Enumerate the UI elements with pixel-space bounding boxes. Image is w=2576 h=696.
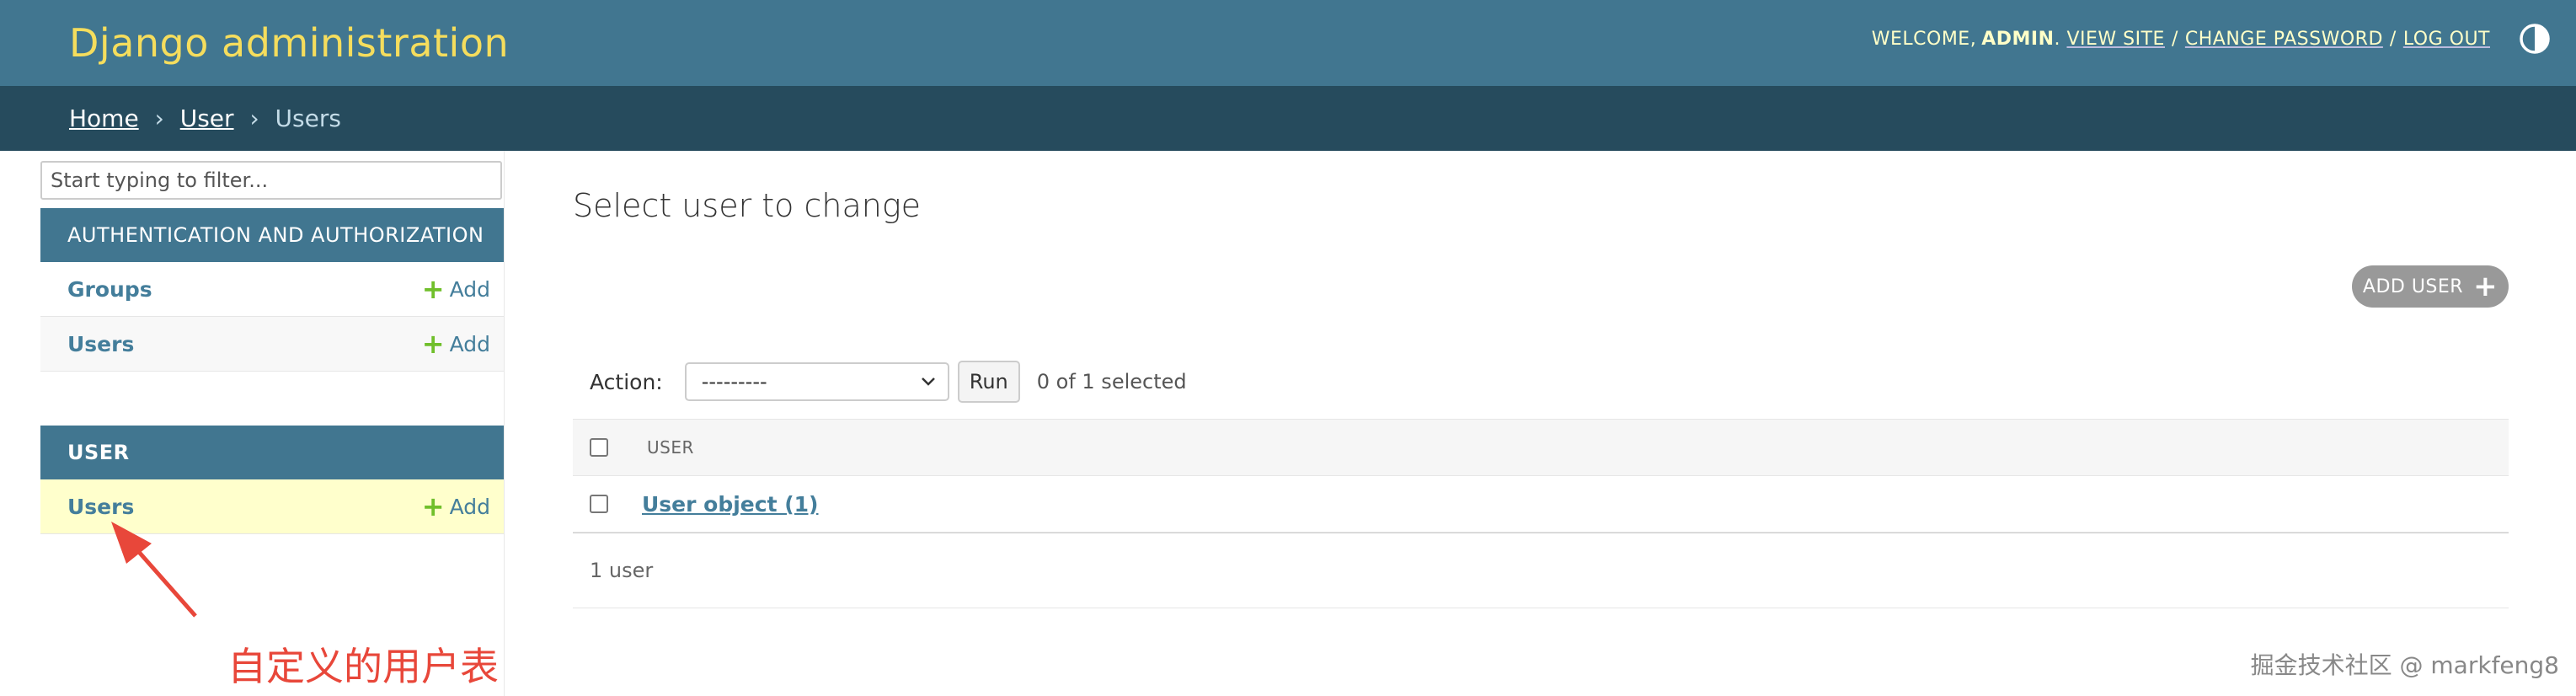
change-password-link[interactable]: CHANGE PASSWORD — [2185, 29, 2383, 50]
view-site-link[interactable]: VIEW SITE — [2066, 29, 2164, 50]
module-caption-user[interactable]: USER — [40, 426, 504, 479]
welcome-text: WELCOME, — [1871, 29, 1977, 50]
add-label: Add — [449, 331, 490, 356]
select-all-checkbox[interactable] — [590, 438, 608, 457]
watermark: 掘金技术社区 @ markfeng8 — [2250, 651, 2559, 679]
add-groups-link[interactable]: + Add — [422, 276, 490, 302]
add-user-label: ADD USER — [2362, 276, 2464, 297]
breadcrumb-home[interactable]: Home — [69, 104, 139, 132]
annotation-text: 自定义的用户表 — [227, 644, 499, 689]
breadcrumb-separator: › — [154, 104, 164, 132]
username: ADMIN — [1981, 29, 2055, 50]
actions-bar: Action: --------- Run 0 of 1 selected — [590, 361, 1187, 403]
model-link-auth-users[interactable]: Users — [67, 332, 134, 356]
log-out-link[interactable]: LOG OUT — [2403, 29, 2490, 50]
sidebar-item-auth-users: Users + Add — [40, 317, 504, 372]
plus-icon: + — [421, 328, 445, 360]
row-checkbox[interactable] — [590, 495, 608, 513]
theme-toggle-icon[interactable] — [2519, 23, 2551, 55]
column-header-user[interactable]: USER — [647, 437, 694, 458]
add-user-button[interactable]: ADD USER + — [2352, 265, 2509, 308]
model-link-groups[interactable]: Groups — [67, 277, 152, 302]
nav-filter-input[interactable] — [40, 161, 502, 200]
add-auth-users-link[interactable]: + Add — [422, 330, 490, 357]
selection-counter: 0 of 1 selected — [1036, 370, 1187, 394]
user-tools: WELCOME, ADMIN. VIEW SITE / CHANGE PASSW… — [1871, 29, 2490, 50]
module-caption-auth[interactable]: AUTHENTICATION AND AUTHORIZATION — [40, 208, 504, 262]
plus-icon: + — [421, 273, 445, 305]
annotation-arrow-icon — [111, 522, 197, 618]
chevron-down-icon — [921, 377, 935, 386]
plus-icon: + — [421, 490, 445, 522]
table-header: USER — [573, 419, 2509, 476]
breadcrumb-separator: › — [249, 104, 259, 132]
paginator: 1 user — [573, 533, 2509, 608]
separator: / — [2389, 29, 2397, 50]
run-button[interactable]: Run — [957, 361, 1020, 403]
breadcrumb-current: Users — [275, 104, 341, 132]
action-selected-value: --------- — [701, 370, 767, 394]
action-label: Action: — [590, 369, 663, 394]
page-title: Select user to change — [573, 187, 922, 224]
add-label: Add — [449, 494, 490, 519]
result-list: USER User object (1) 1 user — [573, 419, 2509, 608]
table-row: User object (1) — [573, 476, 2509, 533]
sidebar-item-groups: Groups + Add — [40, 262, 504, 317]
site-name[interactable]: Django administration — [69, 20, 509, 66]
add-user-users-link[interactable]: + Add — [422, 493, 490, 520]
plus-icon: + — [2473, 270, 2499, 303]
model-link-user-users[interactable]: Users — [67, 495, 134, 519]
breadcrumb: Home › User › Users — [0, 86, 2576, 151]
user-object-link[interactable]: User object (1) — [642, 492, 819, 517]
breadcrumb-app[interactable]: User — [180, 104, 234, 132]
action-select[interactable]: --------- — [684, 362, 949, 401]
add-label: Add — [449, 276, 490, 302]
site-header: Django administration WELCOME, ADMIN. VI… — [0, 0, 2576, 86]
separator: / — [2171, 29, 2178, 50]
